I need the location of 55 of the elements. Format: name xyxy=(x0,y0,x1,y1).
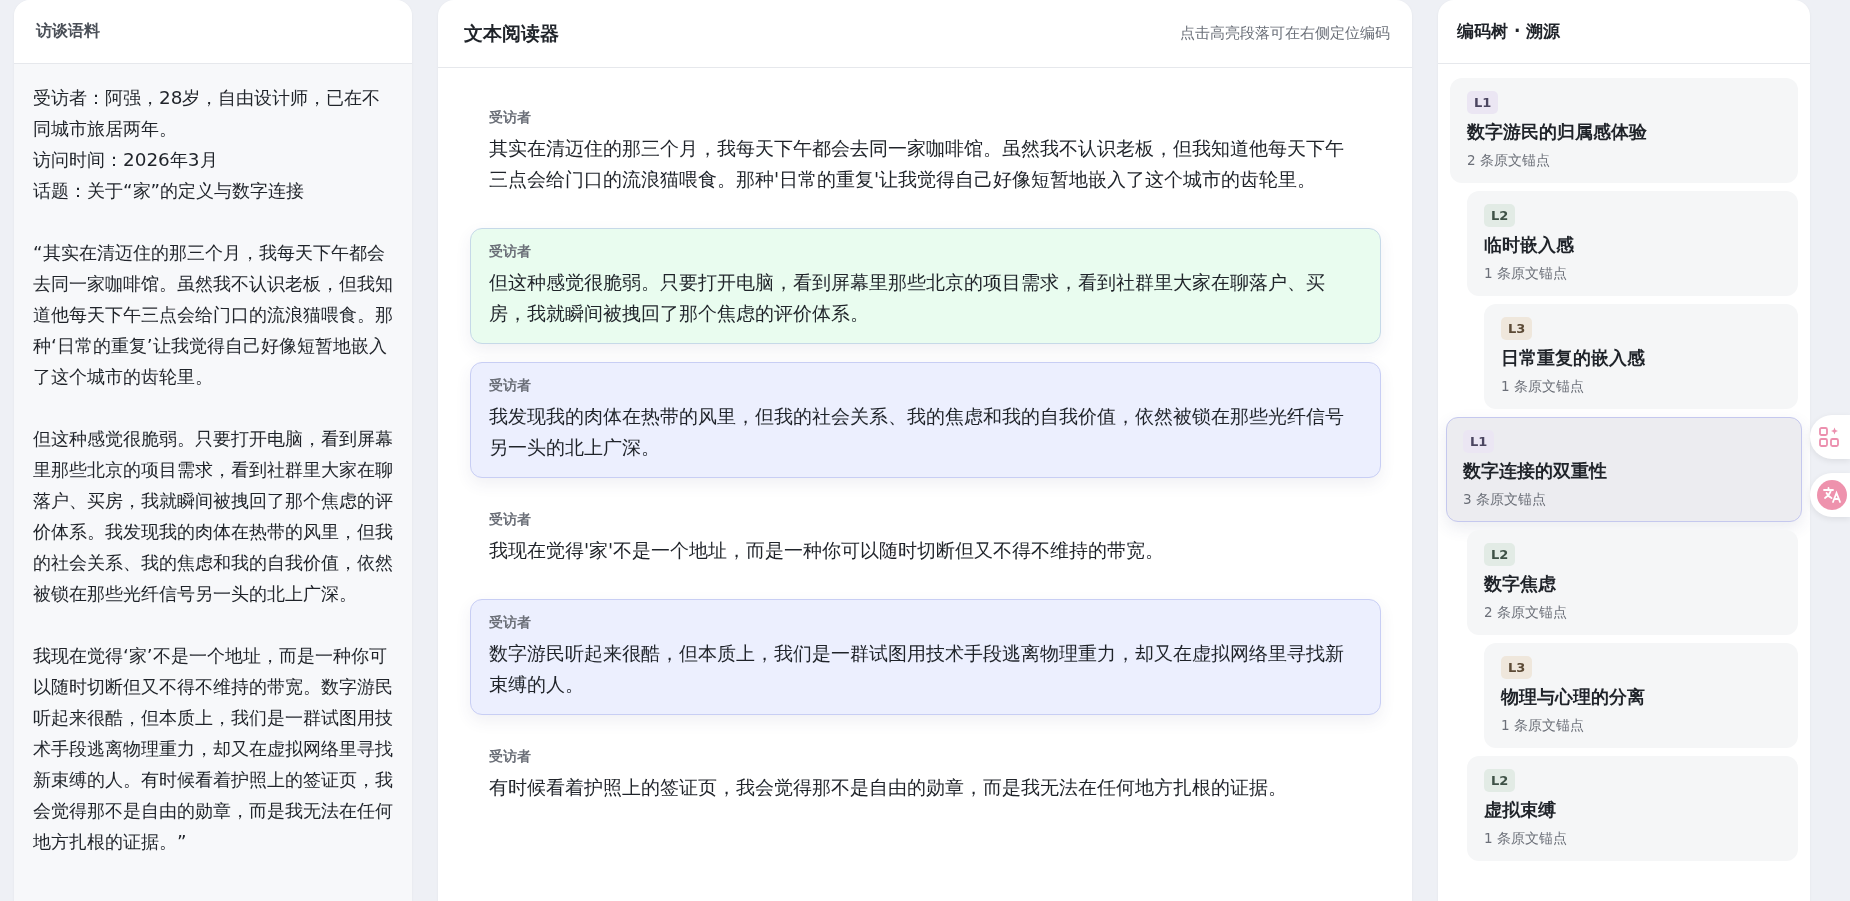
speaker-label: 受访者 xyxy=(489,109,532,127)
code-node[interactable]: L2 数字焦虑 2 条原文锚点 xyxy=(1467,530,1798,635)
speaker-label: 受访者 xyxy=(489,377,532,395)
code-node[interactable]: L2 临时嵌入感 1 条原文锚点 xyxy=(1467,191,1798,296)
reader-title: 文本阅读器 xyxy=(464,20,559,46)
apps-sparkle-icon[interactable] xyxy=(1817,425,1841,449)
panel-title: 编码树 · 溯源 xyxy=(1457,20,1561,43)
code-node[interactable]: L1 数字连接的双重性 3 条原文锚点 xyxy=(1446,417,1802,522)
meta-line: 访问时间：2026年3月 xyxy=(33,148,219,172)
translate-icon[interactable] xyxy=(1817,480,1847,510)
code-name: 临时嵌入感 xyxy=(1484,234,1574,257)
anchor-count: 1 条原文锚点 xyxy=(1501,378,1584,396)
hint-text: 点击高亮段落可在右侧定位编码 xyxy=(1180,24,1390,43)
segment-text: 数字游民听起来很酷，但本质上，我们是一群试图用技术手段逃离物理重力，却又在虚拟网络里寻找新束缚的人。 xyxy=(489,642,1345,697)
speaker-label: 受访者 xyxy=(489,511,532,529)
anchor-count: 1 条原文锚点 xyxy=(1484,830,1567,848)
level-badge: L3 xyxy=(1501,317,1533,340)
anchor-count: 3 条原文锚点 xyxy=(1463,491,1546,509)
code-name: 虚拟束缚 xyxy=(1484,799,1556,822)
anchor-count: 2 条原文锚点 xyxy=(1484,604,1567,622)
transcript-paragraph: “其实在清迈住的那三个月，我每天下午都会去同一家咖啡馆。虽然我不认识老板，但我知道他每天下午三点会给门口的流浪猫喂食。那种‘日常的重复’让我觉得自己好像短暂地嵌入了这个城市的齿轮里。 xyxy=(33,241,394,389)
highlighted-segment[interactable]: 受访者 但这种感觉很脆弱。只要打开电脑，看到屏幕里那些北京的项目需求，看到社群里大家在聊落户、买房，我就瞬间被拽回了那个焦虑的评价体系。 xyxy=(470,228,1381,344)
speaker-label: 受访者 xyxy=(489,614,532,632)
meta-line: 受访者：阿强，28岁，自由设计师，已在不同城市旅居两年。 xyxy=(33,86,382,141)
code-node[interactable]: L3 日常重复的嵌入感 1 条原文锚点 xyxy=(1484,304,1798,409)
code-node[interactable]: L2 虚拟束缚 1 条原文锚点 xyxy=(1467,756,1798,861)
code-name: 日常重复的嵌入感 xyxy=(1501,347,1645,370)
transcript-paragraph: 但这种感觉很脆弱。只要打开电脑，看到屏幕里那些北京的项目需求，看到社群里大家在聊落户、买房，我就瞬间被拽回了那个焦虑的评价体系。我发现我的肉体在热带的风里，但我的社会关系、我的焦虑和我的自我价值，依然被锁在那些光纤信号另一头的北上广深。 xyxy=(33,427,394,606)
anchor-count: 2 条原文锚点 xyxy=(1467,152,1550,170)
transcript-paragraph: 我现在觉得‘家’不是一个地址，而是一种你可以随时切断但又不得不维持的带宽。数字游民听起来很酷，但本质上，我们是一群试图用技术手段逃离物理重力，却又在虚拟网络里寻找新束缚的人。有时候看着护照上的签证页，我会觉得那不是自由的勋章，而是我无法在任何地方扎根的证据。” xyxy=(33,644,394,854)
segment-text: 我发现我的肉体在热带的风里，但我的社会关系、我的焦虑和我的自我价值，依然被锁在那些光纤信号另一头的北上广深。 xyxy=(489,405,1345,460)
meta-line: 话题：关于“家”的定义与数字连接 xyxy=(33,179,306,203)
code-name: 数字焦虑 xyxy=(1484,573,1556,596)
level-badge: L1 xyxy=(1463,430,1495,453)
highlighted-segment[interactable]: 受访者 数字游民听起来很酷，但本质上，我们是一群试图用技术手段逃离物理重力，却又在虚拟网络里寻找新束缚的人。 xyxy=(470,599,1381,715)
level-badge: L3 xyxy=(1501,656,1533,679)
panel-title: 访谈语料 xyxy=(36,21,100,42)
code-name: 物理与心理的分离 xyxy=(1501,686,1645,709)
speaker-label: 受访者 xyxy=(489,748,532,766)
anchor-count: 1 条原文锚点 xyxy=(1501,717,1584,735)
speaker-label: 受访者 xyxy=(489,243,532,261)
anchor-count: 1 条原文锚点 xyxy=(1484,265,1567,283)
level-badge: L1 xyxy=(1467,91,1499,114)
segment-text: 有时候看着护照上的签证页，我会觉得那不是自由的勋章，而是我无法在任何地方扎根的证据。 xyxy=(489,776,1288,800)
segment-text: 其实在清迈住的那三个月，我每天下午都会去同一家咖啡馆。虽然我不认识老板，但我知道他每天下午三点会给门口的流浪猫喂食。那种'日常的重复'让我觉得自己好像短暂地嵌入了这个城市的齿轮里。 xyxy=(489,137,1345,192)
code-node[interactable]: L3 物理与心理的分离 1 条原文锚点 xyxy=(1484,643,1798,748)
highlighted-segment[interactable]: 受访者 我发现我的肉体在热带的风里，但我的社会关系、我的焦虑和我的自我价值，依然被锁在那些光纤信号另一头的北上广深。 xyxy=(470,362,1381,478)
level-badge: L2 xyxy=(1484,543,1516,566)
segment-text: 但这种感觉很脆弱。只要打开电脑，看到屏幕里那些北京的项目需求，看到社群里大家在聊落户、买房，我就瞬间被拽回了那个焦虑的评价体系。 xyxy=(489,271,1326,326)
code-node[interactable]: L1 数字游民的归属感体验 2 条原文锚点 xyxy=(1450,78,1798,183)
code-name: 数字游民的归属感体验 xyxy=(1467,121,1647,144)
segment-text: 我现在觉得'家'不是一个地址，而是一种你可以随时切断但又不得不维持的带宽。 xyxy=(489,539,1166,563)
code-name: 数字连接的双重性 xyxy=(1463,460,1607,483)
level-badge: L2 xyxy=(1484,769,1516,792)
level-badge: L2 xyxy=(1484,204,1516,227)
